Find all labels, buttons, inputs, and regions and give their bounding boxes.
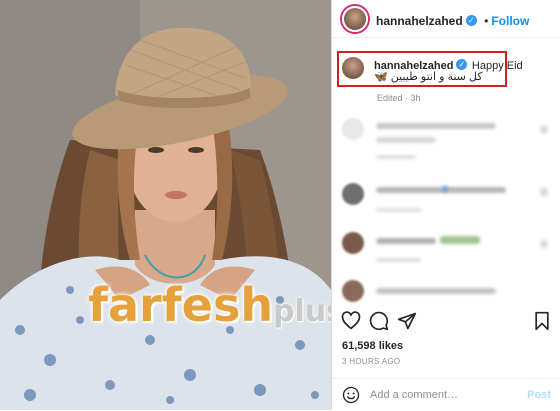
verified-badge-icon: ✓: [465, 15, 477, 27]
follow-button[interactable]: Follow: [491, 14, 529, 28]
comment-like-icon[interactable]: [540, 126, 548, 134]
comment-like-icon[interactable]: [540, 240, 548, 248]
comment-avatar[interactable]: [342, 280, 364, 302]
author-line: hannahelzahed ✓ • Follow: [376, 12, 529, 30]
comment-text-blurred: [376, 238, 436, 244]
caption-avatar[interactable]: [342, 57, 364, 79]
share-icon[interactable]: [397, 311, 417, 331]
post-image[interactable]: farfeshplus.com: [0, 0, 331, 410]
post-header: hannahelzahed ✓ • Follow: [332, 0, 560, 38]
comment-icon[interactable]: [369, 311, 389, 331]
comment-emoji-blurred: [440, 236, 480, 244]
bookmark-icon[interactable]: [533, 311, 551, 331]
post-timestamp[interactable]: 3 HOURS AGO: [342, 357, 400, 366]
comment-meta-blurred: [376, 155, 416, 159]
add-comment-bar: Post: [332, 378, 560, 411]
post-actions: [332, 309, 560, 333]
heart-icon[interactable]: [341, 311, 361, 331]
caption-line2: كل سنة و انتو طيبين 🦋: [374, 71, 483, 83]
likes-count[interactable]: 61,598 likes: [342, 340, 403, 352]
dot-separator: •: [484, 14, 489, 28]
author-username[interactable]: hannahelzahed: [376, 14, 463, 28]
comment-text-blurred: [376, 137, 436, 143]
comment-text-blurred: [376, 288, 496, 294]
comment-like-icon[interactable]: [540, 188, 548, 196]
comment-avatar[interactable]: [342, 118, 364, 140]
add-comment-input[interactable]: [368, 388, 522, 402]
comment-emoji-blurred: [442, 186, 448, 192]
comment-text-blurred: [376, 187, 506, 193]
caption-highlight: hannahelzahed ✓ Happy Eid كل سنة و انتو ط…: [337, 51, 523, 87]
author-avatar[interactable]: [342, 6, 368, 32]
comment-text-blurred: [376, 123, 496, 129]
post-photo-illustration: [0, 0, 331, 410]
edited-label: Edited · 3h: [377, 93, 421, 103]
comment-meta-blurred: [376, 208, 421, 212]
post-comment-button[interactable]: Post: [527, 389, 551, 401]
verified-badge-icon: ✓: [456, 59, 468, 71]
comment-avatar[interactable]: [342, 232, 364, 254]
comment-meta-blurred: [376, 258, 421, 262]
post-side-panel: hannahelzahed ✓ • Follow hannahelzahed ✓ Ha…: [331, 0, 560, 410]
emoji-icon[interactable]: [342, 386, 360, 404]
comment-avatar[interactable]: [342, 183, 364, 205]
